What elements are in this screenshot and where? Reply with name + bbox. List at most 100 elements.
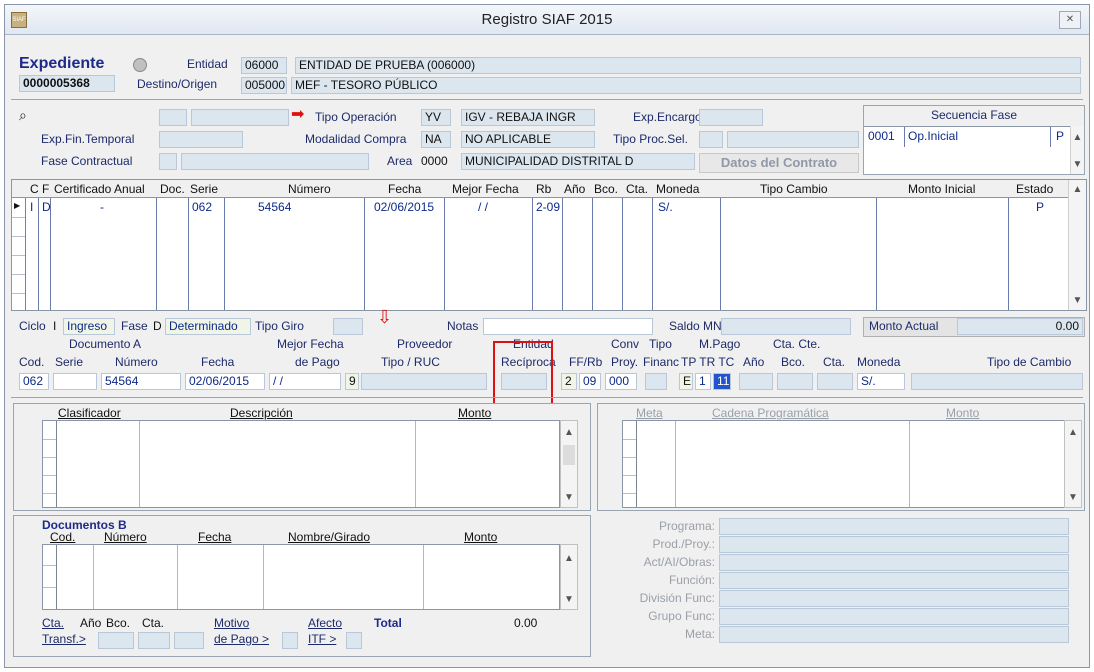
datos-contrato-button[interactable]: Datos del Contrato bbox=[699, 153, 859, 173]
chevron-up-icon[interactable]: ▲ bbox=[1065, 427, 1081, 438]
meta-monto-header: Monto bbox=[946, 406, 980, 420]
meta-field bbox=[719, 626, 1069, 643]
main-grid-row[interactable]: I D - 062 54564 02/06/2015 / / 2-09 S/. … bbox=[12, 200, 1068, 218]
doc-a-financ[interactable] bbox=[645, 373, 667, 390]
secuencia-row[interactable]: 0001 Op.Inicial P bbox=[864, 127, 1070, 147]
afecto-field[interactable] bbox=[346, 632, 362, 649]
tipo-operacion-code[interactable]: YV bbox=[421, 109, 451, 126]
chevron-down-icon[interactable]: ▼ bbox=[1069, 295, 1086, 306]
area-code: 0000 bbox=[421, 154, 448, 168]
chevron-up-icon[interactable]: ▲ bbox=[1069, 184, 1086, 195]
doc-a-cod[interactable]: 062 bbox=[19, 373, 49, 390]
doc-a-ruc[interactable] bbox=[361, 373, 487, 390]
afecto-itf-link[interactable]: ITF > bbox=[308, 632, 336, 646]
docb-anio-field[interactable] bbox=[98, 632, 134, 649]
close-icon[interactable]: ✕ bbox=[1059, 11, 1081, 29]
secuencia-scrollbar[interactable]: ▲ ▼ bbox=[1070, 126, 1084, 174]
doc-a-tipo-ruc-label: Tipo / RUC bbox=[381, 355, 440, 369]
cta-transf-link[interactable]: Transf.> bbox=[42, 632, 86, 646]
act-ai-obras-field bbox=[719, 554, 1069, 571]
search-code-field[interactable] bbox=[159, 109, 187, 126]
doc-a-tr[interactable]: 1 bbox=[695, 373, 711, 390]
title-bar: SIAF Registro SIAF 2015 ✕ bbox=[5, 5, 1089, 35]
doc-a-proy[interactable]: 000 bbox=[605, 373, 637, 390]
grupo-func-field bbox=[719, 608, 1069, 625]
motivo-label[interactable]: Motivo bbox=[214, 616, 249, 630]
docb-bco-field[interactable] bbox=[138, 632, 170, 649]
cta-transf-label[interactable]: Cta. bbox=[42, 616, 64, 630]
documentos-b-grid[interactable] bbox=[42, 544, 560, 610]
doc-a-proy-label: Proy. bbox=[611, 355, 639, 369]
documentos-b-scrollbar[interactable]: ▲ ▼ bbox=[560, 544, 578, 610]
doc-a-conv-label: Conv bbox=[611, 337, 640, 351]
clasificador-grid[interactable] bbox=[42, 420, 560, 508]
doc-a-moneda[interactable]: S/. bbox=[857, 373, 905, 390]
doc-a-bco[interactable] bbox=[777, 373, 813, 390]
notas-field[interactable] bbox=[483, 318, 653, 335]
fase-contractual-code[interactable] bbox=[159, 153, 177, 170]
doc-a-bco-label: Bco. bbox=[781, 355, 806, 369]
tipo-operacion-name: IGV - REBAJA INGR bbox=[461, 109, 595, 126]
tipo-operacion-label: Tipo Operación bbox=[315, 110, 397, 124]
chevron-down-icon[interactable]: ▼ bbox=[1071, 159, 1084, 170]
doc-a-numero[interactable]: 54564 bbox=[101, 373, 181, 390]
doc-a-ff[interactable]: 2 bbox=[561, 373, 577, 390]
tipo-proc-sel-code[interactable] bbox=[699, 131, 723, 148]
expediente-status-icon[interactable] bbox=[133, 58, 147, 72]
doc-a-tipo-cambio[interactable] bbox=[911, 373, 1083, 390]
exp-fin-temporal-field[interactable] bbox=[159, 131, 243, 148]
motivo-de-pago-link[interactable]: de Pago > bbox=[214, 632, 269, 646]
doc-a-tc[interactable]: 11 bbox=[713, 373, 731, 390]
motivo-field[interactable] bbox=[282, 632, 298, 649]
main-grid[interactable]: C F Certificado Anual Doc. Serie Número … bbox=[11, 179, 1087, 311]
doc-a-serie-label: Serie bbox=[55, 355, 84, 369]
programa-label: Programa: bbox=[658, 519, 715, 533]
exp-fin-temporal-label: Exp.Fin.Temporal bbox=[41, 132, 135, 146]
binoculars-icon[interactable]: ⌕ bbox=[19, 107, 27, 124]
chevron-up-icon[interactable]: ▲ bbox=[561, 553, 577, 564]
chevron-down-icon[interactable]: ▼ bbox=[561, 594, 577, 605]
doc-a-cta[interactable] bbox=[817, 373, 853, 390]
secuencia-fase-title: Secuencia Fase bbox=[930, 108, 1018, 122]
meta-header: Meta bbox=[636, 406, 663, 420]
area-label: Area bbox=[387, 154, 413, 168]
doc-a-serie[interactable] bbox=[53, 373, 97, 390]
docb-numero-header: Número bbox=[104, 530, 147, 544]
total-label: Total bbox=[374, 616, 402, 630]
doc-a-rb[interactable]: 09 bbox=[579, 373, 601, 390]
chevron-down-icon[interactable]: ▼ bbox=[1065, 492, 1081, 503]
afecto-label[interactable]: Afecto bbox=[308, 616, 342, 630]
doc-a-cod-label: Cod. bbox=[19, 355, 45, 369]
doc-a-cta-cte-label: Cta. Cte. bbox=[773, 337, 821, 351]
docb-cta-label: Cta. bbox=[142, 616, 165, 630]
doc-a-mejor-fecha[interactable]: / / bbox=[269, 373, 341, 390]
act-ai-obras-label: Act/AI/Obras: bbox=[643, 555, 715, 569]
meta-grid[interactable] bbox=[622, 420, 1066, 508]
meta-scrollbar[interactable]: ▲ ▼ bbox=[1064, 420, 1082, 508]
row-mejor-fecha: / / bbox=[478, 200, 489, 214]
saldo-mn-field bbox=[721, 318, 851, 335]
doc-a-de-pago-label: de Pago bbox=[295, 355, 340, 369]
doc-a-tipo[interactable]: 9 bbox=[345, 373, 359, 390]
chevron-up-icon[interactable]: ▲ bbox=[1071, 132, 1084, 143]
search-name-field[interactable] bbox=[191, 109, 289, 126]
main-grid-scrollbar[interactable]: ▲ ▼ bbox=[1068, 180, 1086, 310]
docb-cta-field[interactable] bbox=[174, 632, 204, 649]
modalidad-compra-code[interactable]: NA bbox=[421, 131, 451, 148]
clasificador-header: Clasificador bbox=[58, 406, 121, 420]
row-rb: 2-09 bbox=[536, 200, 561, 214]
fase-label: Fase bbox=[121, 319, 148, 333]
tipo-proc-sel-label: Tipo Proc.Sel. bbox=[613, 132, 688, 146]
doc-a-fecha[interactable]: 02/06/2015 bbox=[185, 373, 265, 390]
exp-encargo-field[interactable] bbox=[699, 109, 763, 126]
chevron-up-icon[interactable]: ▲ bbox=[561, 427, 577, 438]
chevron-down-icon[interactable]: ▼ bbox=[561, 492, 577, 503]
cadena-header: Cadena Programática bbox=[712, 406, 829, 420]
tipo-giro-field[interactable] bbox=[333, 318, 363, 335]
secuencia-list[interactable]: 0001 Op.Inicial P bbox=[864, 126, 1070, 174]
doc-a-tipo-cambio-label: Tipo de Cambio bbox=[987, 355, 1072, 369]
row-doc: 062 bbox=[192, 200, 213, 214]
doc-a-tp[interactable]: E bbox=[679, 373, 693, 390]
doc-a-anio[interactable] bbox=[739, 373, 773, 390]
clasificador-scrollbar[interactable]: ▲ ▼ bbox=[560, 420, 578, 508]
